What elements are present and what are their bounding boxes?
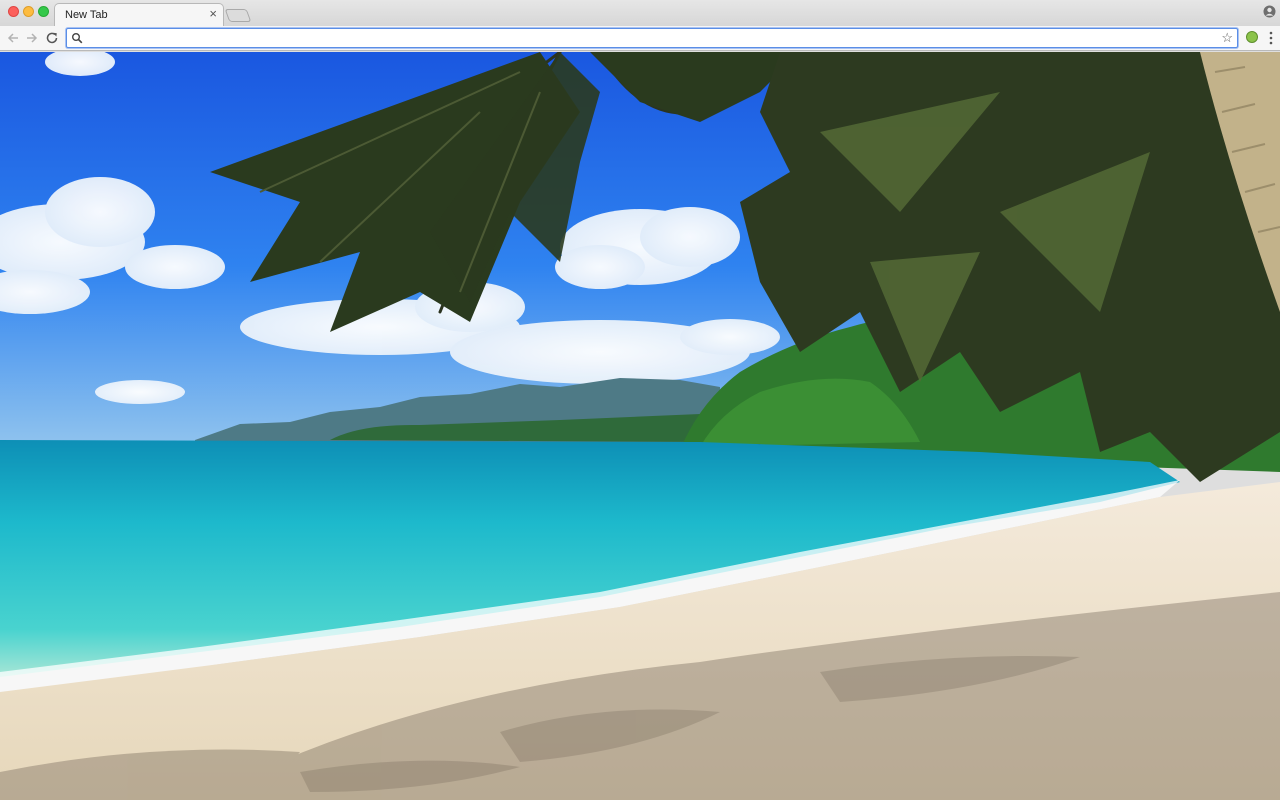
menu-dots-icon[interactable] [1269, 31, 1273, 45]
reload-icon[interactable] [45, 31, 59, 45]
bookmark-star-icon[interactable]: ☆ [1221, 30, 1233, 46]
tab-title: New Tab [65, 9, 108, 21]
new-tab-background [0, 52, 1280, 800]
window-maximize-button[interactable] [38, 6, 49, 17]
beach-scene-image [0, 52, 1280, 800]
profile-icon[interactable] [1263, 5, 1276, 18]
tab-new-tab[interactable]: New Tab × [54, 3, 224, 26]
arrow-left-icon[interactable] [6, 31, 20, 45]
new-tab-button[interactable] [224, 9, 252, 22]
toolbar: ☆ [0, 26, 1280, 51]
window-minimize-button[interactable] [23, 6, 34, 17]
search-icon [72, 33, 83, 44]
extension-icon[interactable] [1246, 31, 1258, 43]
address-input[interactable] [87, 30, 1211, 48]
tab-strip: New Tab × [0, 0, 1280, 26]
tab-close-icon[interactable]: × [209, 7, 217, 20]
window-close-button[interactable] [8, 6, 19, 17]
omnibox[interactable]: ☆ [66, 28, 1238, 48]
arrow-right-icon[interactable] [25, 31, 39, 45]
